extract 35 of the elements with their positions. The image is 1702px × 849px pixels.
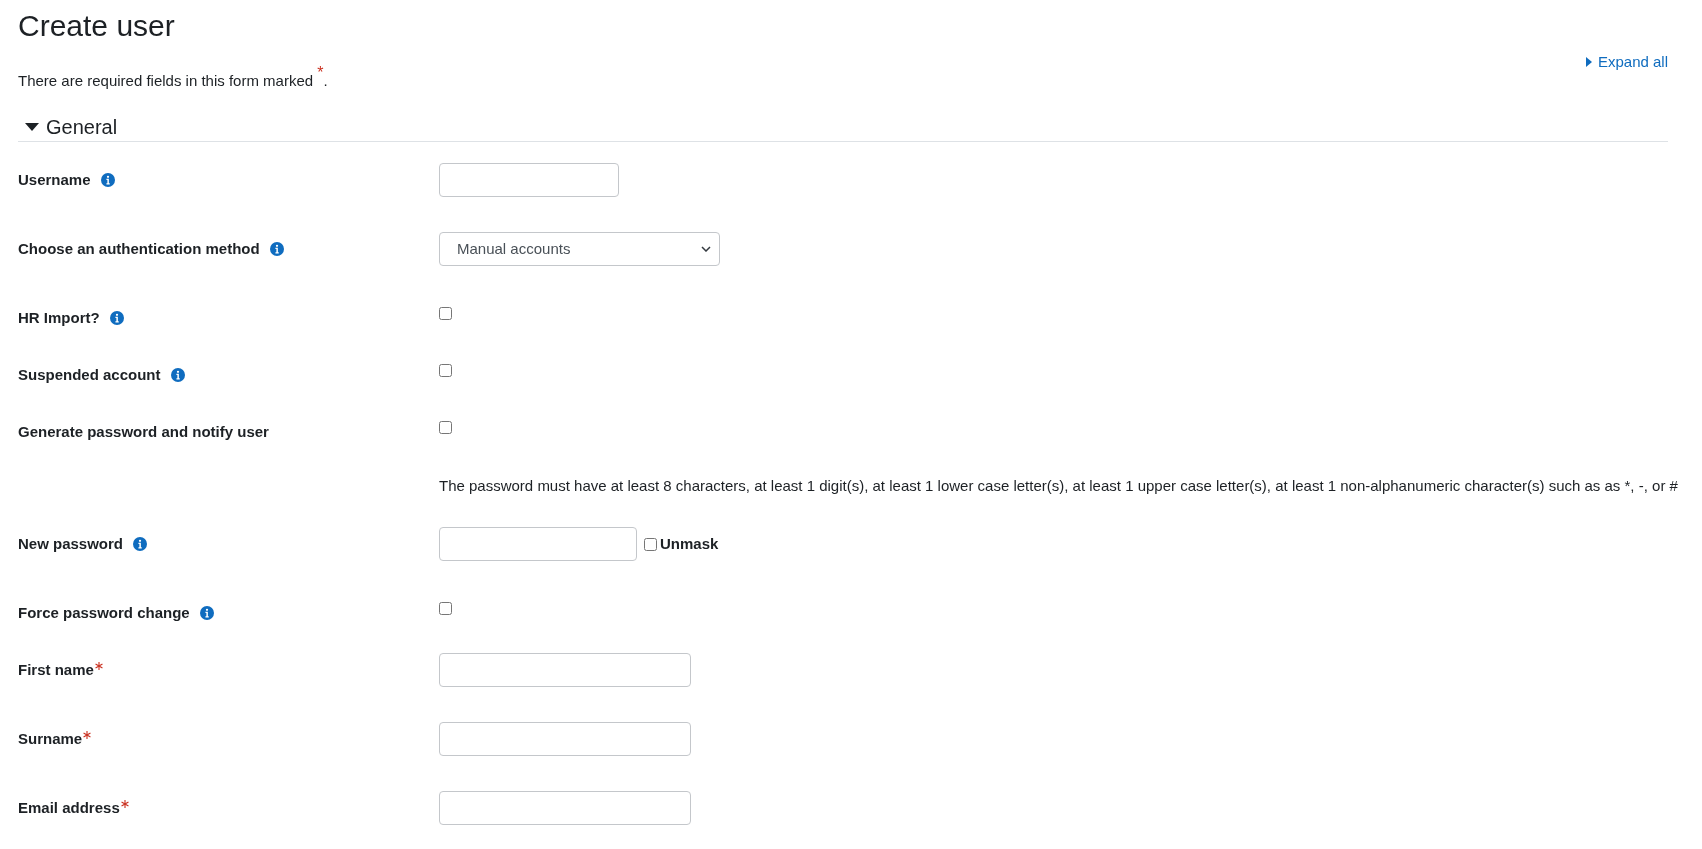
checkbox[interactable] (439, 364, 452, 377)
unmask-label[interactable]: Unmask (660, 534, 719, 554)
field-label: Surname (18, 729, 83, 749)
text-field[interactable] (439, 722, 691, 756)
checkbox[interactable] (439, 307, 452, 320)
section-header[interactable]: General (18, 115, 118, 139)
caret-down-icon (25, 123, 39, 131)
field-label: Choose an authentication method (18, 239, 260, 259)
text-field[interactable] (439, 163, 619, 197)
info-icon[interactable] (170, 368, 185, 382)
checkbox[interactable] (439, 421, 452, 434)
password-field[interactable] (439, 527, 637, 561)
field-label: HR Import? (18, 308, 100, 328)
field-label: Generate password and notify user (18, 422, 269, 442)
info-icon[interactable] (269, 242, 284, 256)
field-label: Force password change (18, 603, 190, 623)
info-icon[interactable] (109, 311, 124, 325)
info-icon[interactable] (199, 606, 214, 620)
checkbox[interactable] (439, 602, 452, 615)
text-field[interactable] (439, 791, 691, 825)
unmask-checkbox[interactable] (644, 537, 657, 551)
caret-right-icon (1585, 57, 1592, 67)
text-field[interactable] (439, 653, 691, 687)
chevron-down-icon (701, 246, 711, 252)
select-field[interactable]: Manual accounts (439, 232, 720, 266)
expand-all-link[interactable]: Expand all (1585, 52, 1668, 72)
info-icon[interactable] (133, 537, 148, 551)
field-label: First name (18, 660, 94, 680)
field-label: Suspended account (18, 365, 161, 385)
info-icon[interactable] (100, 173, 115, 187)
field-label: Username (18, 170, 91, 190)
field-label: Email address (18, 798, 120, 818)
password-requirements-text: The password must have at least 8 characters, at least 1 digit(s), at least 1 lower case letter(s), at least 1 upper case letter(s), at least 1 non-alphanumeric character(s) such as as *, -, or # (439, 476, 1678, 496)
page-title: Create user (18, 8, 175, 44)
field-label: New password (18, 534, 124, 554)
